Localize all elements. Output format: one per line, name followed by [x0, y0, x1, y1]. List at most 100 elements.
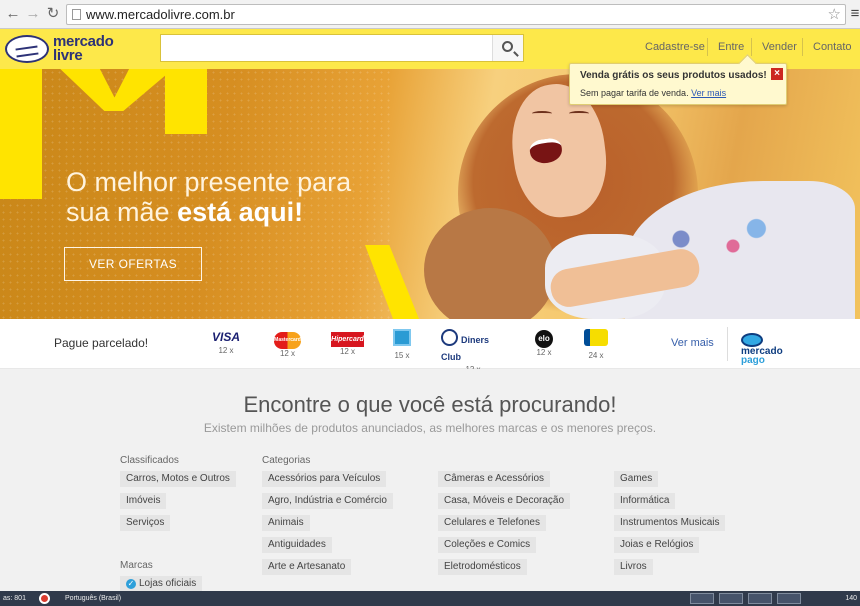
yellow-m-graphic: [165, 69, 207, 134]
headline-bold: está aqui!: [177, 197, 304, 227]
nav-cadastre-se[interactable]: Cadastre-se: [645, 41, 705, 53]
nav-divider: [802, 38, 803, 56]
category-chip[interactable]: Eletrodomésticos: [438, 559, 527, 575]
mother-eye: [569, 111, 589, 116]
category-chip[interactable]: Informática: [614, 493, 676, 509]
mastercard-card: Mastercard 12 x: [274, 329, 301, 359]
sell-free-tooltip: Venda grátis os seus produtos usados! Se…: [569, 63, 787, 105]
diners-logo: Diners Club: [441, 329, 505, 362]
forward-arrow-icon[interactable]: →: [24, 5, 42, 23]
yellow-m-graphic: [0, 69, 42, 199]
category-chip[interactable]: Animais: [262, 515, 310, 531]
marcas-label: Marcas: [120, 560, 153, 571]
section-subtitle: Existem milhões de produtos anunciados, …: [203, 421, 657, 435]
mastercard-logo: Mastercard: [274, 332, 301, 349]
tooltip-ver-mais-link[interactable]: Ver mais: [691, 88, 726, 98]
address-bar[interactable]: www.mercadolivre.com.br ☆: [66, 4, 846, 25]
categorias-label: Categorias: [262, 455, 311, 466]
search-input[interactable]: [166, 39, 486, 57]
payment-divider: [727, 327, 728, 361]
page-icon: [72, 9, 81, 20]
lojas-oficiais-label: Lojas oficiais: [139, 578, 197, 589]
visa-card: VISA 12 x: [212, 329, 240, 356]
installments: 12 x: [218, 346, 234, 355]
search-icon: [502, 41, 513, 52]
handshake-icon: [5, 35, 49, 63]
taskbar-button[interactable]: [690, 593, 714, 604]
category-chip[interactable]: Livros: [614, 559, 653, 575]
category-chip[interactable]: Instrumentos Musicais: [614, 515, 726, 531]
hipercard-logo: Hipercard: [331, 332, 364, 347]
visa-logo: VISA: [212, 330, 241, 344]
logo-line-livre: livre: [53, 47, 83, 64]
headline-line-1: O melhor presente para: [66, 167, 352, 197]
taskbar-clock: 140: [845, 595, 857, 602]
category-chip[interactable]: Agro, Indústria e Comércio: [262, 493, 393, 509]
close-icon[interactable]: ×: [771, 68, 783, 80]
tooltip-body: Sem pagar tarifa de venda.: [580, 88, 689, 98]
category-chip[interactable]: Antiguidades: [262, 537, 332, 553]
category-chip[interactable]: Casa, Móveis e Decoração: [438, 493, 571, 509]
category-chip[interactable]: Imóveis: [120, 493, 167, 509]
nav-vender[interactable]: Vender: [762, 41, 797, 53]
hero-headline: O melhor presente para sua mãe está aqui…: [66, 167, 351, 227]
verified-check-icon: ✓: [126, 579, 136, 589]
installments: 12 x: [339, 347, 356, 356]
category-chip[interactable]: Games: [614, 471, 659, 487]
nav-divider: [751, 38, 752, 56]
nav-contato[interactable]: Contato: [813, 41, 852, 53]
category-chip[interactable]: Celulares e Telefones: [438, 515, 546, 531]
payment-ver-mais-link[interactable]: Ver mais: [671, 337, 714, 349]
pague-parcelado-label: Pague parcelado!: [54, 336, 149, 350]
classificados-label: Classificados: [120, 455, 179, 466]
mercado-pago-logo[interactable]: mercado pago: [741, 333, 807, 366]
elo-card: elo 12 x: [535, 329, 553, 358]
hipercard-yellow-card: 24 x: [584, 329, 608, 361]
ver-ofertas-button[interactable]: VER OFERTAS: [64, 247, 202, 281]
headline-line-2: sua mãe: [66, 197, 178, 227]
hero-banner[interactable]: O melhor presente para sua mãe está aqui…: [0, 69, 860, 319]
category-chip[interactable]: Câmeras e Acessórios: [438, 471, 551, 487]
windows-taskbar: as: 801 Português (Brasil) 140: [0, 591, 860, 606]
language-indicator: Português (Brasil): [65, 595, 122, 602]
category-chip[interactable]: Carros, Motos e Outros: [120, 471, 236, 487]
nav-entre[interactable]: Entre: [718, 41, 744, 53]
taskbar-button[interactable]: [777, 593, 801, 604]
tooltip-title: Venda grátis os seus produtos usados!: [580, 70, 767, 81]
payment-strip: Pague parcelado! VISA 12 x Mastercard 12 x…: [0, 319, 860, 374]
mp-line-pago: pago: [741, 355, 765, 366]
elo-logo: elo: [535, 330, 553, 348]
amex-card: 15 x: [393, 329, 411, 361]
logo-text: mercado livre: [53, 34, 114, 64]
hipercard-card: Hipercard 12 x: [331, 329, 364, 357]
browser-menu-icon[interactable]: ≡: [846, 5, 860, 23]
category-chip[interactable]: Joias e Relógios: [614, 537, 700, 553]
lojas-oficiais-chip[interactable]: ✓ Lojas oficiais: [120, 576, 203, 592]
installments: 15 x: [394, 351, 410, 360]
nav-divider: [707, 38, 708, 56]
amex-logo: [393, 329, 411, 346]
category-chip[interactable]: Arte e Artesanato: [262, 559, 352, 575]
mother-eye: [532, 111, 552, 116]
search-box: [160, 34, 524, 62]
reload-icon[interactable]: ↻: [44, 5, 62, 23]
installments: 24 x: [588, 351, 604, 360]
category-chip[interactable]: Acessórios para Veículos: [262, 471, 387, 487]
bookmark-star-icon[interactable]: ☆: [828, 5, 841, 23]
category-chip[interactable]: Coleções e Comics: [438, 537, 537, 553]
taskbar-left-text: as: 801: [3, 595, 26, 602]
handshake-icon: [741, 333, 763, 347]
browser-toolbar: ← → ↻ www.mercadolivre.com.br ☆ ≡: [0, 0, 860, 29]
search-button[interactable]: [492, 35, 523, 61]
url-text: www.mercadolivre.com.br: [86, 7, 235, 22]
category-chip[interactable]: Serviços: [120, 515, 171, 531]
taskbar-button[interactable]: [748, 593, 772, 604]
back-arrow-icon[interactable]: ←: [4, 5, 22, 23]
card-logo: [584, 329, 608, 346]
chrome-taskbar-icon[interactable]: [39, 593, 50, 604]
installments: 12 x: [536, 348, 552, 357]
mercado-livre-logo[interactable]: mercado livre: [5, 33, 125, 65]
installments: 12 x: [279, 349, 296, 358]
categories-section: Encontre o que você está procurando! Exi…: [0, 369, 860, 606]
taskbar-button[interactable]: [719, 593, 743, 604]
